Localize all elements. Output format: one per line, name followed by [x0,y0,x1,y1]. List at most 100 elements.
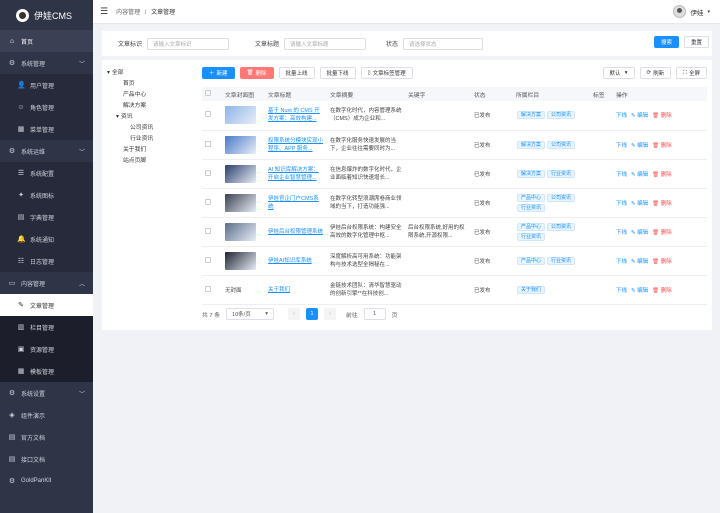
delete-row-button[interactable]: 🗑 删除 [652,230,672,236]
sidebar-item[interactable]: ⚙ 系统设置 ﹀ [0,382,93,404]
reset-button[interactable]: 重置 [684,36,710,48]
article-title-link[interactable]: 权限系统分模块实现小程序、APP 服务... [268,137,324,153]
status-select[interactable]: 请选择状态 [403,37,484,50]
row-checkbox[interactable] [205,111,211,118]
tree-node[interactable]: 公司资讯 [107,123,197,134]
sort-select[interactable]: 默认 ▾ [602,67,635,79]
expand-icon[interactable]: ▾ [116,114,119,120]
article-id-input[interactable]: 请输入文章标识 [147,37,230,50]
tree-node[interactable]: ▾ 资讯 [107,112,197,123]
edit-button[interactable]: ✎ 编辑 [631,201,648,207]
page-number[interactable]: 1 [306,308,319,320]
sidebar-item[interactable]: ▤ 字典管理 [0,206,93,228]
article-title-input[interactable]: 请输入文章标题 [284,37,367,50]
sidebar-item[interactable]: ⚙ 系统运维 ﹀ [0,140,93,162]
offline-button[interactable]: 下线 [616,113,627,119]
row-checkbox[interactable] [205,285,211,292]
edit-button[interactable]: ✎ 编辑 [631,230,648,236]
tree-node[interactable]: 站点页脚 [107,156,197,167]
edit-button[interactable]: ✎ 编辑 [631,172,648,178]
hamburger-icon[interactable]: ☰ [100,6,108,17]
user-menu[interactable]: 伊娃 ▾ [673,5,710,18]
row-checkbox[interactable] [205,169,211,176]
delete-row-button[interactable]: 🗑 删除 [652,113,672,119]
sidebar-item[interactable]: ⚙ GoldPanKit [0,470,93,492]
offline-button[interactable]: 下线 [616,288,627,294]
article-title-link[interactable]: 关于我们 [268,286,324,294]
cover-thumbnail[interactable] [225,222,256,241]
article-title-link[interactable]: 伊娃后台权限管理系统 [268,228,324,236]
article-title-link[interactable]: 伊娃AI知识库系统 [268,257,324,265]
sidebar-item[interactable]: 👤 用户管理 [0,74,93,96]
trash-icon: 🗑 [652,258,660,265]
goto-page-input[interactable]: 1 [363,308,386,320]
offline-button[interactable]: 下线 [616,201,627,207]
page-size-select[interactable]: 10条/页 ▾ [226,308,275,320]
cover-thumbnail[interactable] [225,106,256,125]
tree-node-root[interactable]: ▾ 全部 [107,68,197,79]
fullscreen-button[interactable]: ⛶ 全屏 [676,67,707,79]
sidebar-item[interactable]: 🔔 系统通知 [0,228,93,250]
edit-button[interactable]: ✎ 编辑 [631,259,648,265]
tree-node[interactable]: 产品中心 [107,90,197,101]
breadcrumb-parent[interactable]: 内容管理 [116,10,140,16]
sidebar-item[interactable]: ▣ 资源管理 [0,338,93,360]
sidebar-item[interactable]: ▭ 内容管理 ︿ [0,272,93,294]
edit-button[interactable]: ✎ 编辑 [631,288,648,294]
sidebar-item[interactable]: ▥ 栏目管理 [0,316,93,338]
cover-thumbnail[interactable] [225,135,256,154]
cover-thumbnail[interactable] [225,193,256,212]
sidebar-item[interactable]: ◈ 组件演示 [0,404,93,426]
next-page-button[interactable]: › [324,308,337,320]
tree-node[interactable]: 首页 [107,79,197,90]
sidebar-item[interactable]: ▦ 菜单管理 [0,118,93,140]
delete-row-button[interactable]: 🗑 删除 [652,259,672,265]
offline-button[interactable]: 下线 [616,230,627,236]
delete-button[interactable]: 🗑 删除 [239,67,274,79]
tag-manage-button[interactable]: ▯ 文章标签管理 [360,67,413,79]
delete-row-button[interactable]: 🗑 删除 [652,172,672,178]
tree-node[interactable]: 行业资讯 [107,134,197,145]
app-logo[interactable]: 伊娃CMS [0,0,93,30]
prev-page-button[interactable]: ‹ [288,308,301,320]
sidebar-item[interactable]: ▤ 官方文档 [0,426,93,448]
refresh-button[interactable]: ⟳ 刷新 [639,67,672,79]
row-checkbox[interactable] [205,140,211,147]
select-all-checkbox[interactable] [205,90,211,96]
cover-thumbnail[interactable] [225,164,256,183]
sidebar-item[interactable]: ☰ 系统配置 [0,162,93,184]
cover-thumbnail[interactable] [225,251,256,270]
article-title-link[interactable]: 伊娃官企门户CMS系统 [268,195,324,211]
edit-button[interactable]: ✎ 编辑 [631,143,648,149]
sidebar-item[interactable]: ▤ 接口文档 [0,448,93,470]
delete-row-button[interactable]: 🗑 删除 [652,201,672,207]
article-title-link[interactable]: AI 知识库解决方案：开启企业智慧管理... [268,166,324,182]
search-button[interactable]: 搜索 [654,36,680,48]
sidebar-item[interactable]: ▦ 模板管理 [0,360,93,382]
offline-button[interactable]: 下线 [616,259,627,265]
delete-row-button[interactable]: 🗑 删除 [652,288,672,294]
batch-offline-button[interactable]: 批量下线 [319,67,356,79]
sidebar-item[interactable]: ☷ 日志管理 [0,250,93,272]
delete-row-button[interactable]: 🗑 删除 [652,143,672,149]
tree-node[interactable]: 关于我们 [107,145,197,156]
offline-button[interactable]: 下线 [616,143,627,149]
sidebar-item[interactable]: ⚙ 系统管理 ﹀ [0,52,93,74]
new-button[interactable]: ＋新建 [202,67,235,79]
offline-button[interactable]: 下线 [616,172,627,178]
sidebar-item[interactable]: ✦ 系统图标 [0,184,93,206]
row-checkbox[interactable] [205,256,211,263]
sidebar-item[interactable]: ☺ 角色管理 [0,96,93,118]
tree-node[interactable]: 解决方案 [107,101,197,112]
edit-icon: ✎ [631,229,636,236]
expand-icon[interactable]: ▾ [107,70,110,76]
sidebar-item[interactable]: ⌂ 首页 [0,30,93,52]
article-summary: 在信息爆炸的数字化时代，企业面临着知识快速增长... [330,166,402,181]
sidebar-item[interactable]: ✎ 文章管理 [0,294,93,316]
article-title-link[interactable]: 基于 Nuxt 的 CMS 开发方案：高效构建... [268,107,324,123]
row-checkbox[interactable] [205,227,211,234]
edit-button[interactable]: ✎ 编辑 [631,113,648,119]
batch-online-button[interactable]: 批量上线 [278,67,315,79]
sidebar-item-label: 系统通知 [30,237,55,244]
row-checkbox[interactable] [205,198,211,205]
